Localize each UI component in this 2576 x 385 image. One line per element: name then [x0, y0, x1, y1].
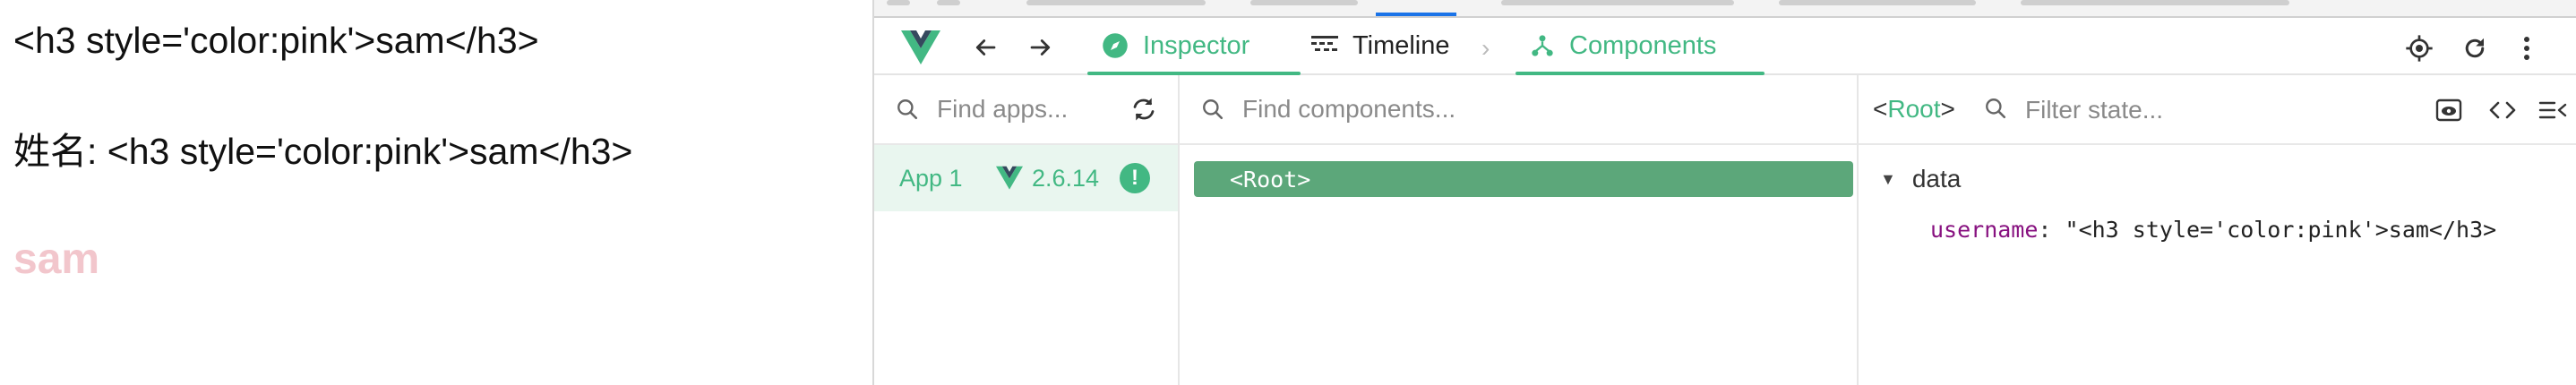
collapse-list-icon[interactable]	[2536, 93, 2570, 127]
component-node-label: <Root>	[1230, 166, 1311, 192]
vue-devtools: Inspector Timeline › Components Find app…	[874, 0, 2576, 385]
more-vertical-icon[interactable]	[2510, 31, 2544, 65]
rendered-h3-line: sam	[13, 235, 100, 283]
name-label-line: 姓名: <h3 style='color:pink'>sam</h3>	[13, 131, 633, 172]
app-vue-version: 2.6.14	[1032, 165, 1100, 192]
find-apps-input[interactable]	[935, 94, 1118, 124]
forward-arrow-icon[interactable]	[1025, 31, 1057, 64]
state-section-label: data	[1911, 165, 1962, 192]
component-state-pane: <Root> ▼ data username: "<h3 style='colo…	[1859, 75, 2576, 385]
tab-label: Components	[1569, 30, 1717, 60]
state-section-toggle[interactable]: ▼ data	[1880, 165, 1961, 193]
app-name: App 1	[899, 165, 963, 192]
component-tree-node-selected[interactable]: <Root>	[1194, 161, 1853, 197]
tab-label: Timeline	[1352, 30, 1450, 60]
app-warning-badge-icon[interactable]: !	[1120, 163, 1150, 193]
inspector-compass-icon	[1102, 32, 1129, 59]
timeline-icon	[1311, 34, 1338, 57]
raw-html-line: <h3 style='color:pink'>sam</h3>	[13, 20, 539, 61]
tab-components[interactable]: Components	[1516, 18, 1765, 75]
component-tree-pane: <Root>	[1180, 75, 1859, 385]
state-property-row[interactable]: username: "<h3 style='color:pink'>sam</h…	[1930, 217, 2496, 243]
components-tree-icon	[1530, 33, 1555, 58]
active-devtools-tab-indicator	[1376, 13, 1456, 16]
search-icon	[1984, 97, 2007, 124]
apps-pane: App 1 2.6.14 !	[874, 75, 1180, 385]
refresh-icon[interactable]	[2458, 31, 2492, 65]
find-components-input[interactable]	[1241, 94, 1782, 124]
code-icon[interactable]	[2486, 93, 2520, 127]
selected-component-name: <Root>	[1873, 95, 1955, 123]
vue-logo-icon	[901, 30, 940, 64]
refresh-apps-icon[interactable]	[1128, 93, 1160, 125]
tab-inspector[interactable]: Inspector	[1087, 18, 1301, 75]
property-value[interactable]: "<h3 style='color:pink'>sam</h3>	[2065, 217, 2497, 243]
select-target-icon[interactable]	[2402, 31, 2436, 65]
rendered-page: <h3 style='color:pink'>sam</h3> 姓名: <h3 …	[0, 0, 872, 385]
app-list-item[interactable]: App 1 2.6.14 !	[874, 145, 1178, 211]
caret-down-icon: ▼	[1880, 169, 1896, 188]
back-arrow-icon[interactable]	[969, 31, 1001, 64]
browser-devtools-tabstrip	[874, 0, 2576, 18]
breadcrumb-chevron-icon: ›	[1481, 34, 1490, 62]
state-header: <Root>	[1859, 75, 2576, 145]
filter-state-input[interactable]	[2023, 91, 2349, 129]
apps-search-row	[874, 75, 1178, 145]
vue-version-icon	[996, 166, 1023, 190]
tab-timeline[interactable]: Timeline	[1311, 18, 1450, 73]
eye-icon[interactable]	[2432, 93, 2466, 127]
devtools-toolbar: Inspector Timeline › Components	[874, 18, 2576, 75]
search-icon	[896, 98, 919, 121]
property-key: username	[1930, 217, 2039, 243]
search-icon	[1201, 98, 1224, 121]
tab-label: Inspector	[1143, 30, 1250, 60]
components-search-row	[1180, 75, 1857, 145]
